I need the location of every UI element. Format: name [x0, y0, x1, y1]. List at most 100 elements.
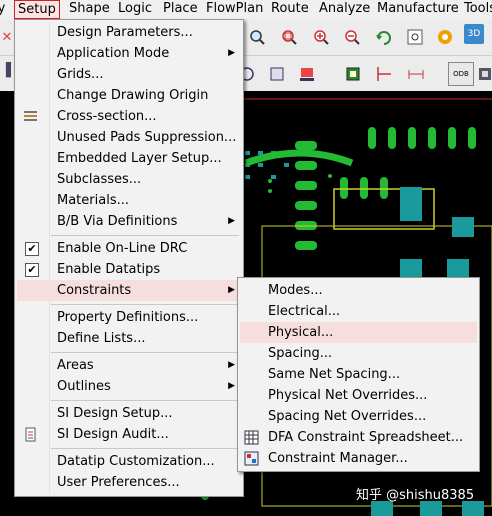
menu-item-label: Constraint Manager...: [268, 451, 408, 466]
menu-item-label: Areas: [57, 358, 94, 373]
menu-route[interactable]: Route: [268, 0, 312, 19]
menu-item-label: Physical...: [268, 325, 334, 340]
menu-item-label: Grids...: [57, 67, 104, 82]
menu-item-change-drawing-origin[interactable]: Change Drawing Origin: [17, 85, 241, 106]
menu-separator: [51, 304, 239, 305]
menu-item-unused-pads-suppression[interactable]: Unused Pads Suppression...: [17, 127, 241, 148]
menu-place[interactable]: Place: [160, 0, 201, 19]
zoom-out-icon[interactable]: [341, 26, 363, 48]
refresh-icon[interactable]: [434, 26, 456, 48]
menu-item-cross-section[interactable]: Cross-section...: [17, 106, 241, 127]
menu-separator: [51, 400, 239, 401]
submenu-arrow-icon: ▶: [228, 216, 235, 226]
menu-setup[interactable]: Setup: [14, 0, 60, 19]
zoom-in-icon[interactable]: [310, 26, 332, 48]
menu-item-label: User Preferences...: [57, 475, 180, 490]
component-icon[interactable]: [342, 63, 364, 85]
menu-item-label: Subclasses...: [57, 172, 142, 187]
menu-item-label: Enable On-Line DRC: [57, 241, 188, 256]
menu-item-areas[interactable]: Areas ▶: [17, 355, 241, 376]
rectangle-shape-icon[interactable]: [266, 63, 288, 85]
menu-item-label: Property Definitions...: [57, 310, 199, 325]
menu-item-label: B/B Via Definitions: [57, 214, 178, 229]
menu-logic[interactable]: Logic: [115, 0, 155, 19]
menu-item-label: Same Net Spacing...: [268, 367, 401, 382]
menu-shape[interactable]: Shape: [66, 0, 113, 19]
menu-item-label: Physical Net Overrides...: [268, 388, 428, 403]
menu-item-label: Unused Pads Suppression...: [57, 130, 237, 145]
menu-item-label: Electrical...: [268, 304, 341, 319]
menu-item-label: Spacing...: [268, 346, 333, 361]
audit-icon: [25, 427, 36, 442]
zoom-fit-icon[interactable]: [246, 26, 268, 48]
menu-item-datatip-customization[interactable]: Datatip Customization...: [17, 451, 241, 472]
menu-item-application-mode[interactable]: Application Mode ▶: [17, 43, 241, 64]
submenu-item-same-net-spacing[interactable]: Same Net Spacing...: [240, 364, 477, 385]
submenu-arrow-icon: ▶: [228, 381, 235, 391]
menu-item-label: Outlines: [57, 379, 111, 394]
menu-item-label: Define Lists...: [57, 331, 146, 346]
menu-item-subclasses[interactable]: Subclasses...: [17, 169, 241, 190]
zoom-world-icon[interactable]: [404, 26, 426, 48]
menu-bar: ly Setup Shape Logic Place FlowPlan Rout…: [0, 0, 492, 20]
dimension-icon[interactable]: [373, 63, 395, 85]
menu-item-bb-via-definitions[interactable]: B/B Via Definitions ▶: [17, 211, 241, 232]
checkmark-icon: ✔: [25, 242, 39, 256]
setup-menu: Design Parameters... Application Mode ▶ G…: [14, 19, 244, 497]
menu-item-label: Enable Datatips: [57, 262, 161, 277]
menu-item-label: Application Mode: [57, 46, 170, 61]
menu-item-define-lists[interactable]: Define Lists...: [17, 328, 241, 349]
menu-item-label: Datatip Customization...: [57, 454, 215, 469]
submenu-item-physical[interactable]: Physical...: [240, 322, 477, 343]
menu-item-si-design-setup[interactable]: SI Design Setup...: [17, 403, 241, 424]
submenu-arrow-icon: ▶: [228, 360, 235, 370]
menu-item-outlines[interactable]: Outlines ▶: [17, 376, 241, 397]
measure-icon[interactable]: [405, 63, 427, 85]
menu-separator: [51, 448, 239, 449]
menu-item-grids[interactable]: Grids...: [17, 64, 241, 85]
submenu-item-physical-net-overrides[interactable]: Physical Net Overrides...: [240, 385, 477, 406]
menu-item-label: Cross-section...: [57, 109, 157, 124]
menu-separator: [51, 352, 239, 353]
submenu-item-electrical[interactable]: Electrical...: [240, 301, 477, 322]
submenu-item-constraint-manager[interactable]: Constraint Manager...: [240, 448, 477, 469]
menu-item-constraints[interactable]: Constraints ▶: [17, 280, 241, 301]
delete-shape-icon[interactable]: [296, 63, 318, 85]
submenu-item-spacing-net-overrides[interactable]: Spacing Net Overrides...: [240, 406, 477, 427]
menu-item-user-preferences[interactable]: User Preferences...: [17, 472, 241, 493]
zoom-previous-icon[interactable]: [373, 26, 395, 48]
menu-item-embedded-layer-setup[interactable]: Embedded Layer Setup...: [17, 148, 241, 169]
artwork-icon[interactable]: [474, 63, 492, 85]
zoom-window-icon[interactable]: [278, 26, 300, 48]
menu-item-label: SI Design Setup...: [57, 406, 173, 421]
menu-item-design-parameters[interactable]: Design Parameters...: [17, 22, 241, 43]
menu-item-label: SI Design Audit...: [57, 427, 169, 442]
menu-analyze[interactable]: Analyze: [316, 0, 373, 19]
menu-item-label: Constraints: [57, 283, 132, 298]
menu-item-label: Spacing Net Overrides...: [268, 409, 427, 424]
menu-item-label: Embedded Layer Setup...: [57, 151, 222, 166]
menu-manufacture[interactable]: Manufacture: [374, 0, 462, 19]
3d-view-icon[interactable]: 3D: [464, 24, 484, 44]
menu-flowplan[interactable]: FlowPlan: [203, 0, 266, 19]
menu-item-si-design-audit[interactable]: SI Design Audit...: [17, 424, 241, 445]
submenu-item-dfa-constraint-spreadsheet[interactable]: DFA Constraint Spreadsheet...: [240, 427, 477, 448]
menu-display-partial[interactable]: ly: [0, 0, 8, 19]
watermark: 知乎 @shishu8385: [356, 488, 475, 503]
menu-item-property-definitions[interactable]: Property Definitions...: [17, 307, 241, 328]
submenu-arrow-icon: ▶: [228, 285, 235, 295]
submenu-item-modes[interactable]: Modes...: [240, 280, 477, 301]
menu-item-enable-online-drc[interactable]: ✔ Enable On-Line DRC: [17, 238, 241, 259]
menu-item-label: Materials...: [57, 193, 129, 208]
submenu-item-spacing[interactable]: Spacing...: [240, 343, 477, 364]
spreadsheet-icon: [244, 430, 259, 445]
constraints-submenu: Modes... Electrical... Physical... Spaci…: [237, 277, 480, 472]
odb-export-icon[interactable]: ODB: [448, 62, 474, 86]
menu-tools[interactable]: Tools: [461, 0, 492, 19]
menu-item-label: Design Parameters...: [57, 25, 193, 40]
cross-section-icon: [24, 111, 37, 121]
menu-item-label: DFA Constraint Spreadsheet...: [268, 430, 464, 445]
menu-item-materials[interactable]: Materials...: [17, 190, 241, 211]
menu-item-label: Change Drawing Origin: [57, 88, 209, 103]
menu-item-enable-datatips[interactable]: ✔ Enable Datatips: [17, 259, 241, 280]
